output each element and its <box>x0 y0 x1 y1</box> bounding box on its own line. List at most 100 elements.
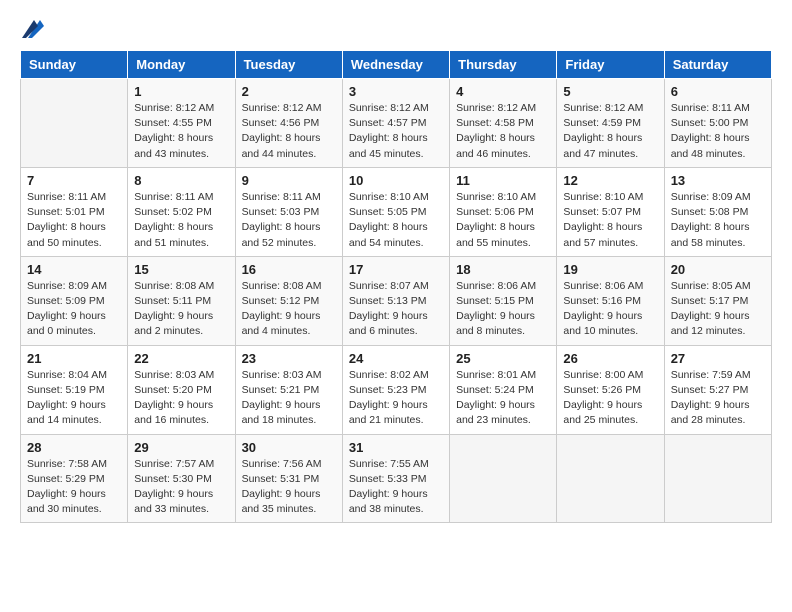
day-number: 2 <box>242 84 336 99</box>
day-info: Sunrise: 8:08 AM Sunset: 5:11 PM Dayligh… <box>134 279 228 340</box>
daylight-text: Daylight: 8 hours and 44 minutes. <box>242 132 321 159</box>
day-number: 27 <box>671 351 765 366</box>
sunrise-text: Sunrise: 8:10 AM <box>349 191 429 203</box>
daylight-text: Daylight: 9 hours and 35 minutes. <box>242 488 321 515</box>
sunrise-text: Sunrise: 8:11 AM <box>27 191 106 203</box>
day-number: 11 <box>456 173 550 188</box>
calendar-cell: 1 Sunrise: 8:12 AM Sunset: 4:55 PM Dayli… <box>128 79 235 168</box>
calendar-cell <box>664 434 771 523</box>
day-number: 6 <box>671 84 765 99</box>
sunset-text: Sunset: 4:58 PM <box>456 117 534 129</box>
calendar-week-row: 7 Sunrise: 8:11 AM Sunset: 5:01 PM Dayli… <box>21 167 772 256</box>
sunrise-text: Sunrise: 8:06 AM <box>563 280 643 292</box>
sunrise-text: Sunrise: 8:00 AM <box>563 369 643 381</box>
day-info: Sunrise: 7:56 AM Sunset: 5:31 PM Dayligh… <box>242 457 336 518</box>
calendar-cell: 14 Sunrise: 8:09 AM Sunset: 5:09 PM Dayl… <box>21 256 128 345</box>
calendar-week-row: 28 Sunrise: 7:58 AM Sunset: 5:29 PM Dayl… <box>21 434 772 523</box>
daylight-text: Daylight: 9 hours and 0 minutes. <box>27 310 106 337</box>
weekday-header: Thursday <box>450 51 557 79</box>
day-number: 26 <box>563 351 657 366</box>
calendar-cell: 11 Sunrise: 8:10 AM Sunset: 5:06 PM Dayl… <box>450 167 557 256</box>
sunset-text: Sunset: 5:19 PM <box>27 384 105 396</box>
day-info: Sunrise: 8:08 AM Sunset: 5:12 PM Dayligh… <box>242 279 336 340</box>
daylight-text: Daylight: 8 hours and 45 minutes. <box>349 132 428 159</box>
sunrise-text: Sunrise: 7:55 AM <box>349 458 429 470</box>
day-number: 17 <box>349 262 443 277</box>
sunrise-text: Sunrise: 8:12 AM <box>134 102 214 114</box>
daylight-text: Daylight: 9 hours and 2 minutes. <box>134 310 213 337</box>
sunrise-text: Sunrise: 8:09 AM <box>27 280 107 292</box>
calendar-cell: 23 Sunrise: 8:03 AM Sunset: 5:21 PM Dayl… <box>235 345 342 434</box>
calendar-cell: 16 Sunrise: 8:08 AM Sunset: 5:12 PM Dayl… <box>235 256 342 345</box>
calendar-cell: 10 Sunrise: 8:10 AM Sunset: 5:05 PM Dayl… <box>342 167 449 256</box>
sunset-text: Sunset: 5:16 PM <box>563 295 641 307</box>
calendar-cell: 2 Sunrise: 8:12 AM Sunset: 4:56 PM Dayli… <box>235 79 342 168</box>
day-number: 16 <box>242 262 336 277</box>
daylight-text: Daylight: 8 hours and 57 minutes. <box>563 221 642 248</box>
day-number: 8 <box>134 173 228 188</box>
calendar-cell: 9 Sunrise: 8:11 AM Sunset: 5:03 PM Dayli… <box>235 167 342 256</box>
sunset-text: Sunset: 5:31 PM <box>242 473 320 485</box>
day-info: Sunrise: 8:01 AM Sunset: 5:24 PM Dayligh… <box>456 368 550 429</box>
daylight-text: Daylight: 9 hours and 14 minutes. <box>27 399 106 426</box>
sunset-text: Sunset: 5:00 PM <box>671 117 749 129</box>
day-number: 20 <box>671 262 765 277</box>
sunset-text: Sunset: 5:15 PM <box>456 295 534 307</box>
sunset-text: Sunset: 5:24 PM <box>456 384 534 396</box>
daylight-text: Daylight: 9 hours and 38 minutes. <box>349 488 428 515</box>
day-info: Sunrise: 8:10 AM Sunset: 5:05 PM Dayligh… <box>349 190 443 251</box>
weekday-header: Monday <box>128 51 235 79</box>
sunset-text: Sunset: 5:12 PM <box>242 295 320 307</box>
sunrise-text: Sunrise: 8:12 AM <box>349 102 429 114</box>
daylight-text: Daylight: 9 hours and 12 minutes. <box>671 310 750 337</box>
daylight-text: Daylight: 9 hours and 10 minutes. <box>563 310 642 337</box>
day-number: 30 <box>242 440 336 455</box>
day-info: Sunrise: 8:12 AM Sunset: 4:59 PM Dayligh… <box>563 101 657 162</box>
daylight-text: Daylight: 8 hours and 58 minutes. <box>671 221 750 248</box>
sunrise-text: Sunrise: 8:11 AM <box>242 191 321 203</box>
day-number: 31 <box>349 440 443 455</box>
day-number: 28 <box>27 440 121 455</box>
calendar-week-row: 14 Sunrise: 8:09 AM Sunset: 5:09 PM Dayl… <box>21 256 772 345</box>
daylight-text: Daylight: 8 hours and 46 minutes. <box>456 132 535 159</box>
sunrise-text: Sunrise: 8:12 AM <box>242 102 322 114</box>
day-info: Sunrise: 8:09 AM Sunset: 5:09 PM Dayligh… <box>27 279 121 340</box>
day-number: 19 <box>563 262 657 277</box>
calendar-cell: 5 Sunrise: 8:12 AM Sunset: 4:59 PM Dayli… <box>557 79 664 168</box>
day-number: 4 <box>456 84 550 99</box>
calendar-cell: 8 Sunrise: 8:11 AM Sunset: 5:02 PM Dayli… <box>128 167 235 256</box>
day-info: Sunrise: 8:12 AM Sunset: 4:55 PM Dayligh… <box>134 101 228 162</box>
day-info: Sunrise: 8:12 AM Sunset: 4:56 PM Dayligh… <box>242 101 336 162</box>
sunset-text: Sunset: 5:06 PM <box>456 206 534 218</box>
sunrise-text: Sunrise: 8:12 AM <box>563 102 643 114</box>
day-info: Sunrise: 8:09 AM Sunset: 5:08 PM Dayligh… <box>671 190 765 251</box>
day-number: 22 <box>134 351 228 366</box>
day-info: Sunrise: 7:55 AM Sunset: 5:33 PM Dayligh… <box>349 457 443 518</box>
sunrise-text: Sunrise: 7:57 AM <box>134 458 214 470</box>
daylight-text: Daylight: 9 hours and 21 minutes. <box>349 399 428 426</box>
day-number: 18 <box>456 262 550 277</box>
calendar-week-row: 21 Sunrise: 8:04 AM Sunset: 5:19 PM Dayl… <box>21 345 772 434</box>
day-number: 10 <box>349 173 443 188</box>
day-info: Sunrise: 8:04 AM Sunset: 5:19 PM Dayligh… <box>27 368 121 429</box>
calendar-cell: 15 Sunrise: 8:08 AM Sunset: 5:11 PM Dayl… <box>128 256 235 345</box>
day-info: Sunrise: 7:57 AM Sunset: 5:30 PM Dayligh… <box>134 457 228 518</box>
calendar-cell: 31 Sunrise: 7:55 AM Sunset: 5:33 PM Dayl… <box>342 434 449 523</box>
sunrise-text: Sunrise: 8:03 AM <box>242 369 322 381</box>
day-info: Sunrise: 8:10 AM Sunset: 5:07 PM Dayligh… <box>563 190 657 251</box>
sunset-text: Sunset: 5:02 PM <box>134 206 212 218</box>
calendar-cell: 20 Sunrise: 8:05 AM Sunset: 5:17 PM Dayl… <box>664 256 771 345</box>
sunset-text: Sunset: 5:33 PM <box>349 473 427 485</box>
sunset-text: Sunset: 5:11 PM <box>134 295 211 307</box>
weekday-header: Tuesday <box>235 51 342 79</box>
page-header <box>20 20 772 34</box>
calendar-cell: 18 Sunrise: 8:06 AM Sunset: 5:15 PM Dayl… <box>450 256 557 345</box>
calendar-cell: 28 Sunrise: 7:58 AM Sunset: 5:29 PM Dayl… <box>21 434 128 523</box>
day-info: Sunrise: 8:03 AM Sunset: 5:21 PM Dayligh… <box>242 368 336 429</box>
sunset-text: Sunset: 5:08 PM <box>671 206 749 218</box>
calendar-week-row: 1 Sunrise: 8:12 AM Sunset: 4:55 PM Dayli… <box>21 79 772 168</box>
day-number: 7 <box>27 173 121 188</box>
daylight-text: Daylight: 9 hours and 16 minutes. <box>134 399 213 426</box>
sunrise-text: Sunrise: 8:04 AM <box>27 369 107 381</box>
day-info: Sunrise: 8:07 AM Sunset: 5:13 PM Dayligh… <box>349 279 443 340</box>
